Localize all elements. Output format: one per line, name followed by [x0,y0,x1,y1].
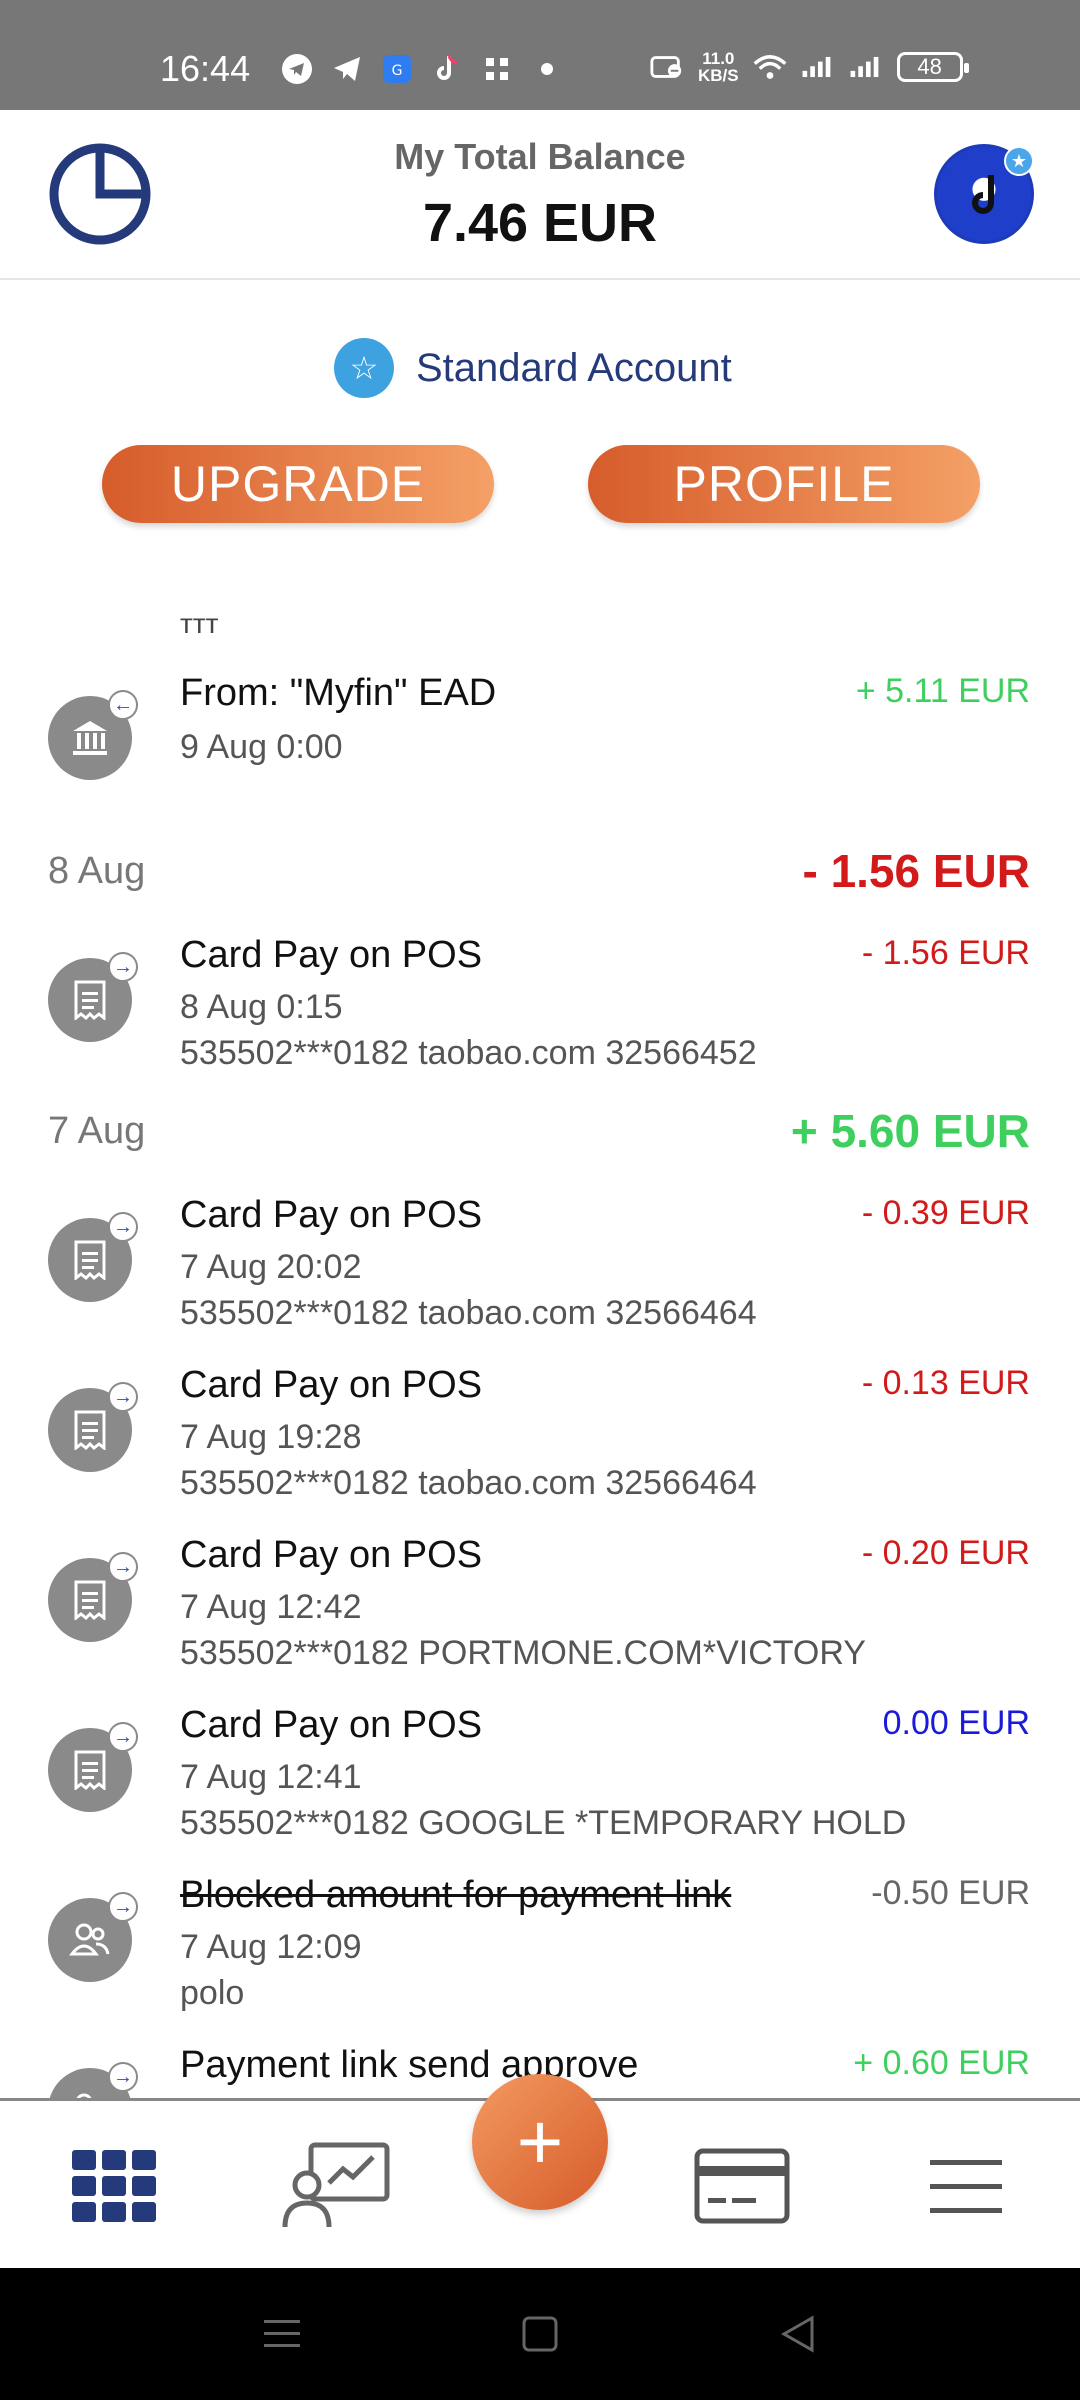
back-triangle-icon[interactable] [776,2312,820,2356]
transaction-amount: + 5.11 EUR [855,672,1030,710]
transaction-time: 7 Aug 12:09 [180,1928,362,1966]
verified-star-icon: ★ [1004,146,1034,176]
transaction-title: Card Pay on POS [180,1194,483,1236]
status-system-icons: 11.0 KB/S 48 [650,50,969,84]
outgoing-arrow-icon: → [108,1382,138,1412]
transaction-title: Card Pay on POS [180,1364,483,1406]
transaction-row[interactable]: → Card Pay on POS 7 Aug 12:42 535502***0… [0,1520,1080,1680]
add-button[interactable]: + [472,2074,608,2210]
day-label: 8 Aug [48,850,146,892]
transaction-detail: 535502***0182 taobao.com 32566464 [180,1464,757,1502]
day-header: 7 Aug + 5.60 EUR [0,1100,1080,1160]
signal-icon-2 [849,50,883,84]
telegram-icon [280,52,314,86]
receipt-icon: → [48,1382,138,1472]
receipt-icon: → [48,1722,138,1812]
outgoing-arrow-icon: → [108,1212,138,1242]
list-top-label: ттт [180,608,219,639]
transaction-time: 7 Aug 20:02 [180,1248,362,1286]
transaction-detail: 535502***0182 taobao.com 32566464 [180,1294,757,1332]
profile-button[interactable]: PROFILE [588,445,980,523]
net-speed-unit: KB/S [698,66,739,85]
transaction-row[interactable]: → Card Pay on POS 7 Aug 12:41 535502***0… [0,1690,1080,1850]
wifi-icon [753,50,787,84]
status-app-icons: G [280,52,564,86]
balance-label: My Total Balance [394,136,686,177]
tiktok-avatar-icon [971,171,1005,219]
receipt-icon: → [48,1212,138,1302]
app-header: My Total Balance 7.46 EUR ★ [0,110,1080,280]
transaction-amount: 0.00 EUR [882,1704,1030,1742]
outgoing-arrow-icon: → [108,1552,138,1582]
svg-text:G: G [392,63,403,79]
outgoing-arrow-icon: → [108,1892,138,1922]
bank-icon: ← [48,690,138,780]
receipt-icon: → [48,1552,138,1642]
day-total: - 1.56 EUR [802,845,1030,897]
transaction-detail: 535502***0182 PORTMONE.COM*VICTORY [180,1634,866,1672]
day-total: + 5.60 EUR [790,1105,1030,1157]
grid-app-icon [480,52,514,86]
signal-icon [801,50,835,84]
transaction-detail: 535502***0182 taobao.com 32566452 [180,1034,757,1072]
add-icon: + [516,2097,564,2186]
transaction-title: Card Pay on POS [180,1704,483,1746]
transaction-amount: - 0.39 EUR [861,1194,1030,1232]
menu-icon[interactable] [924,2141,1008,2231]
recents-menu-icon[interactable] [260,2312,304,2356]
home-square-icon[interactable] [518,2312,562,2356]
card-icon[interactable] [692,2141,792,2231]
outgoing-arrow-icon: → [108,2062,138,2092]
transaction-amount: + 0.60 EUR [853,2044,1030,2082]
investment-icon[interactable] [280,2141,392,2231]
net-speed-value: 11.0 [702,49,735,68]
transaction-row[interactable]: → Card Pay on POS 7 Aug 19:28 535502***0… [0,1350,1080,1510]
transaction-row[interactable]: → Card Pay on POS 8 Aug 0:15 535502***01… [0,920,1080,1080]
transaction-time: 8 Aug 0:15 [180,988,343,1026]
battery-indicator: 48 [896,52,969,82]
account-type[interactable]: ☆ Standard Account [334,338,732,398]
account-label: Standard Account [416,345,732,390]
transaction-time: 7 Aug 12:42 [180,1588,362,1626]
transaction-time: 7 Aug 12:41 [180,1758,362,1796]
transaction-amount: - 1.56 EUR [861,934,1030,972]
system-nav-bar [0,2268,1080,2400]
status-bar: 16:44 G 11.0 KB/S 48 [0,0,1080,110]
dnd-icon [650,50,684,84]
wallet-app-icon: G [380,52,414,86]
star-icon: ☆ [334,338,394,398]
users-icon: → [48,1892,138,1982]
day-header: 8 Aug - 1.56 EUR [0,840,1080,900]
upgrade-button[interactable]: UPGRADE [102,445,494,523]
transaction-detail: polo [180,1974,245,2012]
receipt-icon: → [48,952,138,1042]
transaction-row[interactable]: ← From: "Myfin" EAD 9 Aug 0:00 + 5.11 EU… [0,660,1080,800]
balance-value: 7.46 EUR [422,193,658,253]
outgoing-arrow-icon: → [108,1722,138,1752]
tiktok-icon [430,52,464,86]
status-time: 16:44 [160,48,251,89]
transaction-list[interactable]: ттт ← From: "Myfin" EAD 9 Aug 0:00 + 5.1… [0,600,1080,2100]
transaction-title: Blocked amount for payment link [180,1874,732,1916]
transaction-title: Card Pay on POS [180,934,483,976]
transaction-row[interactable]: → Blocked amount for payment link 7 Aug … [0,1860,1080,2020]
outgoing-arrow-icon: → [108,952,138,982]
dot-icon [530,52,564,86]
dashboard-grid-icon[interactable] [66,2141,162,2231]
transaction-row[interactable]: → Card Pay on POS 7 Aug 20:02 535502***0… [0,1180,1080,1340]
users-icon: → [48,2062,138,2100]
transaction-amount: - 0.13 EUR [861,1364,1030,1402]
incoming-arrow-icon: ← [108,690,138,720]
transaction-time: 9 Aug 0:00 [180,728,343,766]
net-speed: 11.0 KB/S [698,50,739,84]
transaction-title: Card Pay on POS [180,1534,483,1576]
transaction-title: From: "Myfin" EAD [180,672,497,714]
day-label: 7 Aug [48,1110,146,1152]
transaction-detail: 535502***0182 GOOGLE *TEMPORARY HOLD [180,1804,907,1842]
transaction-amount: -0.50 EUR [871,1874,1030,1912]
transaction-time: 7 Aug 19:28 [180,1418,362,1456]
telegram-send-icon [330,52,364,86]
transaction-amount: - 0.20 EUR [861,1534,1030,1572]
